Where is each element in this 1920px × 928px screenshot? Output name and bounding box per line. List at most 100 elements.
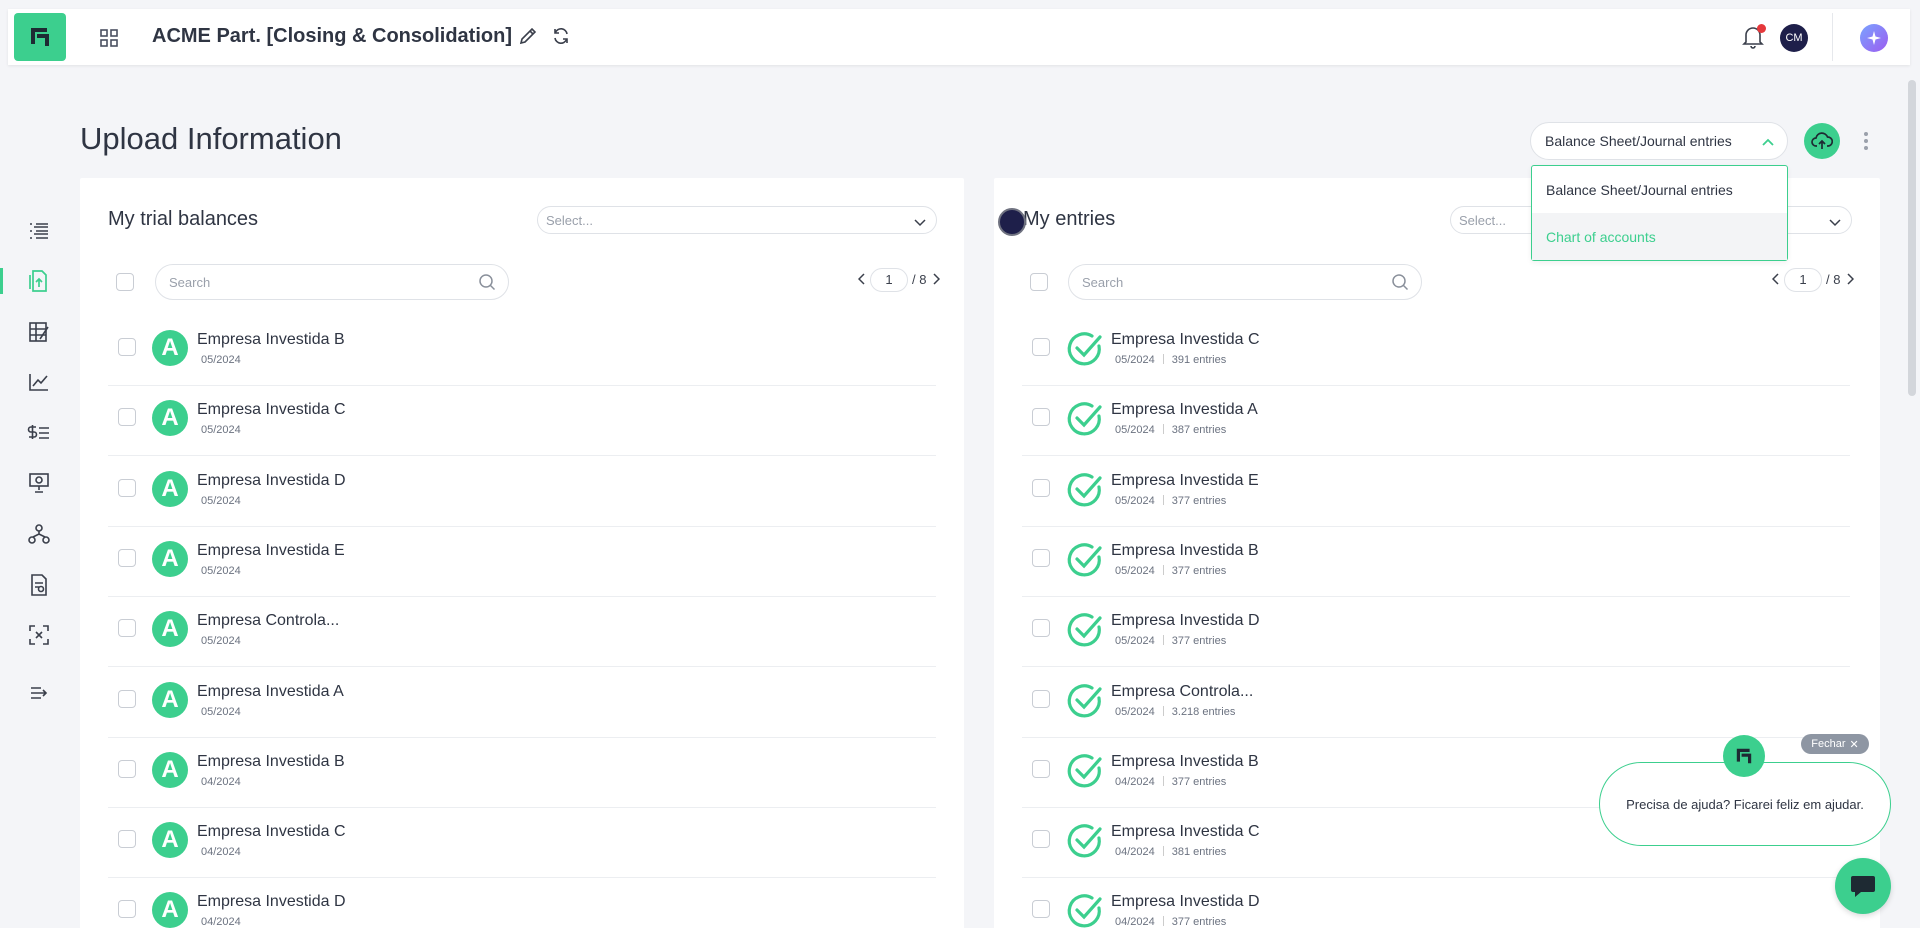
chevron-right-icon[interactable]: [1844, 271, 1856, 287]
row-meta: 05/2024 387 entries: [1115, 424, 1226, 436]
assistant-logo-icon: [1723, 735, 1765, 777]
list-item[interactable]: Empresa Investida D 05/2024 377 entries: [1022, 597, 1850, 668]
row-checkbox[interactable]: [118, 408, 136, 427]
list-item[interactable]: A Empresa Investida C 05/2024: [108, 386, 936, 457]
row-checkbox[interactable]: [118, 830, 136, 849]
row-meta: 04/2024 377 entries: [1115, 916, 1226, 928]
apps-grid-icon[interactable]: [98, 27, 120, 49]
company-name: Empresa Controla...: [197, 612, 340, 630]
chevron-left-icon[interactable]: [856, 271, 868, 287]
list-item[interactable]: A Empresa Investida D 05/2024: [108, 457, 936, 527]
company-badge: A: [152, 400, 188, 437]
collapse-menu-icon[interactable]: [26, 680, 52, 706]
list-item[interactable]: A Empresa Investida C 04/2024: [108, 808, 936, 879]
check-circle-icon: [1066, 400, 1104, 438]
row-checkbox[interactable]: [118, 478, 136, 497]
row-checkbox[interactable]: [1032, 408, 1050, 427]
refresh-icon[interactable]: [551, 26, 573, 48]
row-meta: 04/2024 377 entries: [1115, 775, 1227, 788]
list-item[interactable]: Empresa Investida A 05/2024 387 entries: [1022, 386, 1850, 457]
cloud-upload-button[interactable]: [1804, 123, 1840, 159]
entries-title: My entries: [1023, 208, 1116, 230]
chat-bubble-icon[interactable]: [1835, 858, 1891, 914]
hierarchy-icon[interactable]: [26, 521, 52, 547]
user-avatar[interactable]: CM: [1780, 24, 1808, 52]
list-item[interactable]: A Empresa Controla... 05/2024: [108, 597, 936, 668]
page-number-input[interactable]: 1: [1784, 268, 1822, 292]
row-checkbox[interactable]: [118, 900, 136, 919]
more-options-icon[interactable]: [1858, 127, 1874, 155]
row-checkbox[interactable]: [118, 759, 136, 778]
list-icon[interactable]: [26, 218, 52, 244]
help-close-button[interactable]: Fechar ✕: [1801, 734, 1869, 754]
edit-pencil-icon[interactable]: [518, 26, 540, 48]
list-item[interactable]: A Empresa Investida D 04/2024: [108, 878, 936, 928]
row-meta: 05/2024: [201, 495, 241, 507]
list-item[interactable]: A Empresa Investida B 05/2024: [108, 316, 936, 386]
company-name: Empresa Investida D: [197, 471, 346, 489]
upload-type-select[interactable]: Balance Sheet/Journal entries: [1530, 122, 1788, 160]
page-title: Upload Information: [80, 121, 342, 156]
entries-count: 377 entries: [1171, 775, 1227, 788]
row-checkbox[interactable]: [1032, 689, 1050, 708]
company-badge: A: [152, 470, 188, 507]
check-circle-icon: [1066, 541, 1104, 579]
row-checkbox[interactable]: [1032, 619, 1050, 638]
search-icon: [1391, 273, 1409, 294]
row-checkbox[interactable]: [118, 619, 136, 638]
row-checkbox[interactable]: [118, 338, 136, 356]
row-checkbox[interactable]: [1032, 759, 1050, 778]
dropdown-option-chart-of-accounts[interactable]: Chart of accounts: [1532, 213, 1787, 260]
row-checkbox[interactable]: [1032, 830, 1050, 849]
select-all-checkbox[interactable]: [1030, 273, 1048, 291]
chevron-right-icon[interactable]: [930, 271, 942, 287]
upload-file-icon[interactable]: [26, 268, 52, 294]
company-name: Empresa Controla...: [1111, 682, 1254, 700]
row-meta: 05/2024: [201, 635, 241, 647]
row-checkbox[interactable]: [1032, 338, 1050, 356]
trial-balances-filter-select[interactable]: Select...: [537, 206, 937, 234]
list-item[interactable]: A Empresa Investida E 05/2024: [108, 527, 936, 597]
period: 05/2024: [201, 494, 241, 507]
list-item[interactable]: Empresa Investida D 04/2024 377 entries: [1022, 878, 1850, 928]
period: 04/2024: [201, 775, 241, 788]
dollar-list-icon[interactable]: [26, 420, 52, 446]
report-icon[interactable]: [26, 572, 52, 598]
dropdown-option-balance-sheet[interactable]: Balance Sheet/Journal entries: [1532, 166, 1787, 213]
period: 05/2024: [1115, 705, 1155, 718]
entries-pagination: 1 / 8: [1770, 268, 1860, 294]
row-checkbox[interactable]: [1032, 548, 1050, 567]
presentation-icon[interactable]: [26, 470, 52, 496]
period: 05/2024: [201, 354, 241, 366]
list-item[interactable]: A Empresa Investida B 04/2024: [108, 738, 936, 808]
page-number-input[interactable]: 1: [870, 268, 908, 292]
trial-balances-search-input[interactable]: Search: [155, 264, 509, 300]
row-checkbox[interactable]: [1032, 478, 1050, 497]
entries-search-input[interactable]: Search: [1068, 264, 1422, 300]
period: 05/2024: [201, 705, 241, 718]
company-name: Empresa Investida B: [1111, 752, 1259, 770]
list-item[interactable]: Empresa Investida B 05/2024 377 entries: [1022, 527, 1850, 597]
edit-table-icon[interactable]: [26, 319, 52, 345]
company-name: Empresa Investida B: [197, 752, 345, 770]
select-all-checkbox[interactable]: [116, 273, 134, 291]
row-checkbox[interactable]: [118, 548, 136, 567]
chevron-left-icon[interactable]: [1770, 271, 1782, 287]
app-logo-icon[interactable]: [14, 13, 66, 61]
row-checkbox[interactable]: [118, 689, 136, 708]
list-item[interactable]: Empresa Investida E 05/2024 377 entries: [1022, 457, 1850, 527]
line-chart-icon[interactable]: [26, 369, 52, 395]
ai-sparkle-icon[interactable]: [1860, 24, 1888, 52]
row-checkbox[interactable]: [1032, 900, 1050, 919]
trial-balances-title: My trial balances: [108, 208, 259, 230]
entries-count: 377 entries: [1171, 494, 1227, 507]
list-item[interactable]: Empresa Controla... 05/2024 3.218 entries: [1022, 668, 1850, 738]
entries-count: 3.218 entries: [1171, 705, 1236, 718]
company-badge: A: [152, 892, 188, 928]
meta-separator: [1162, 494, 1164, 505]
expand-icon[interactable]: [26, 622, 52, 648]
list-item[interactable]: A Empresa Investida A 05/2024: [108, 668, 936, 738]
page-scrollbar[interactable]: [1908, 80, 1916, 396]
list-item[interactable]: Empresa Investida C 05/2024 391 entries: [1022, 316, 1850, 386]
company-badge: A: [152, 330, 188, 366]
